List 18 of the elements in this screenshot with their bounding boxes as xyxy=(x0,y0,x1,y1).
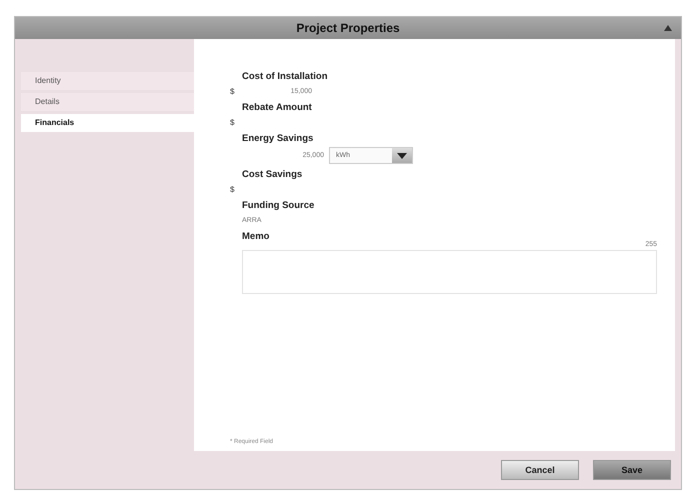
field-label: Cost Savings xyxy=(242,169,302,180)
currency-sign: $ xyxy=(230,86,236,96)
field-label: Rebate Amount xyxy=(242,102,312,113)
cancel-button[interactable]: Cancel xyxy=(501,460,579,480)
field-label: Cost of Installation xyxy=(242,71,328,82)
save-button[interactable]: Save xyxy=(593,460,671,480)
currency-sign: $ xyxy=(230,184,236,194)
window-title: Project Properties xyxy=(296,21,400,35)
field-label: Funding Source xyxy=(242,200,314,211)
field-label: Memo xyxy=(242,231,270,242)
sidebar-item[interactable]: Identity xyxy=(21,72,194,90)
collapse-icon[interactable] xyxy=(663,24,673,32)
currency-sign: $ xyxy=(230,118,236,126)
memo-field[interactable] xyxy=(242,250,657,294)
sidebar-item[interactable]: Financials xyxy=(21,114,194,132)
sidebar-item[interactable]: Details xyxy=(21,93,194,111)
dropdown-arrow-icon xyxy=(397,152,407,158)
field-label: Energy Savings xyxy=(242,133,314,144)
